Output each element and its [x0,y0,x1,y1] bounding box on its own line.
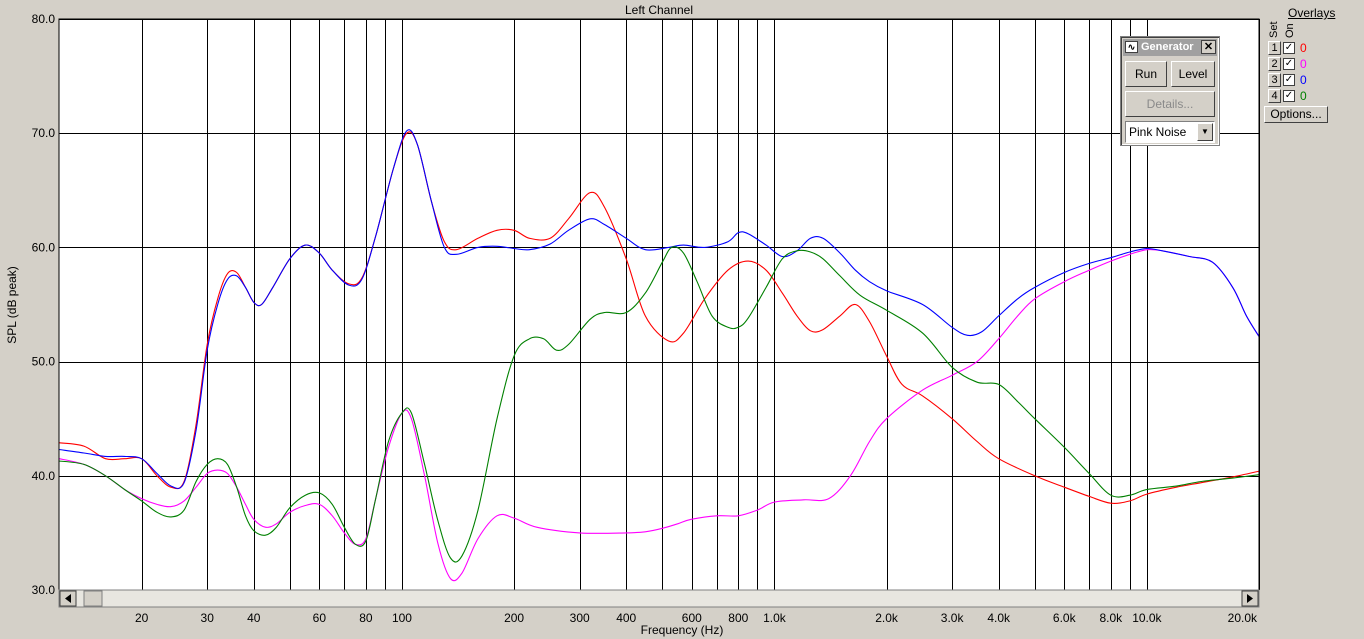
x-tick-label: 20 [135,611,149,625]
y-tick-label: 80.0 [32,12,56,26]
overlays-panel: Overlays Set On 1 ✓ 0 2 ✓ 0 3 ✓ 0 4 ✓ 0 Options... [1262,0,1364,130]
overlay-on-checkbox[interactable]: ✓ [1283,42,1295,54]
x-tick-label: 100 [392,611,412,625]
x-tick-label: 8.0k [1099,611,1123,625]
x-tick-label: 6.0k [1053,611,1077,625]
x-tick-label: 200 [504,611,524,625]
overlay-value: 0 [1300,73,1307,87]
x-tick-label: 80 [359,611,373,625]
overlay-set-button[interactable]: 2 [1268,57,1281,71]
y-tick-label: 60.0 [32,240,56,254]
scroll-thumb[interactable] [83,590,103,607]
overlays-header-set: Set [1268,21,1280,38]
close-icon[interactable]: ✕ [1201,40,1216,54]
options-button[interactable]: Options... [1264,106,1328,123]
y-tick-label: 50.0 [32,355,56,369]
run-button[interactable]: Run [1125,61,1167,87]
overlay-value: 0 [1300,57,1307,71]
grid-lines [59,19,1260,591]
x-tick-label: 60 [313,611,327,625]
overlay-value: 0 [1300,41,1307,55]
overlays-header-on: On [1284,23,1296,38]
y-tick-label: 70.0 [32,126,56,140]
chevron-down-icon[interactable]: ▼ [1197,123,1213,141]
overlay-set-button[interactable]: 1 [1268,41,1281,55]
chart-title: Left Channel [625,3,693,17]
generator-title: Generator [1141,41,1194,53]
y-tick-labels: 30.0 40.0 50.0 60.0 70.0 80.0 [32,12,56,597]
details-button[interactable]: Details... [1125,91,1215,117]
generator-titlebar[interactable]: ∿ Generator ✕ [1123,39,1217,56]
y-tick-label: 40.0 [32,469,56,483]
overlays-title[interactable]: Overlays [1288,6,1335,20]
overlay-value: 0 [1300,89,1307,103]
x-tick-label: 20.0k [1228,611,1258,625]
overlay-set-button[interactable]: 3 [1268,73,1281,87]
x-tick-label: 800 [728,611,748,625]
plot-background [59,19,1259,590]
overlay-set-button[interactable]: 4 [1268,89,1281,103]
y-axis-label: SPL (dB peak) [5,266,19,344]
generator-panel: ∿ Generator ✕ Run Level Details... Pink … [1120,36,1220,146]
x-axis-label: Frequency (Hz) [641,623,724,637]
overlay-on-checkbox[interactable]: ✓ [1283,58,1295,70]
x-tick-label: 40 [247,611,261,625]
x-tick-label: 2.0k [875,611,899,625]
horizontal-scrollbar[interactable] [58,589,1260,608]
x-tick-label: 400 [616,611,636,625]
x-tick-label: 3.0k [941,611,965,625]
overlay-on-checkbox[interactable]: ✓ [1283,74,1295,86]
overlay-on-checkbox[interactable]: ✓ [1283,90,1295,102]
x-tick-label: 4.0k [987,611,1011,625]
y-tick-label: 30.0 [32,583,56,597]
waveform-icon: ∿ [1125,41,1138,53]
level-button[interactable]: Level [1171,61,1215,87]
x-tick-label: 300 [570,611,590,625]
x-tick-label: 10.0k [1132,611,1162,625]
x-tick-label: 30 [201,611,215,625]
x-tick-label: 1.0k [763,611,787,625]
noise-type-select[interactable]: Pink Noise ▼ [1125,121,1215,143]
noise-type-value: Pink Noise [1129,125,1187,139]
